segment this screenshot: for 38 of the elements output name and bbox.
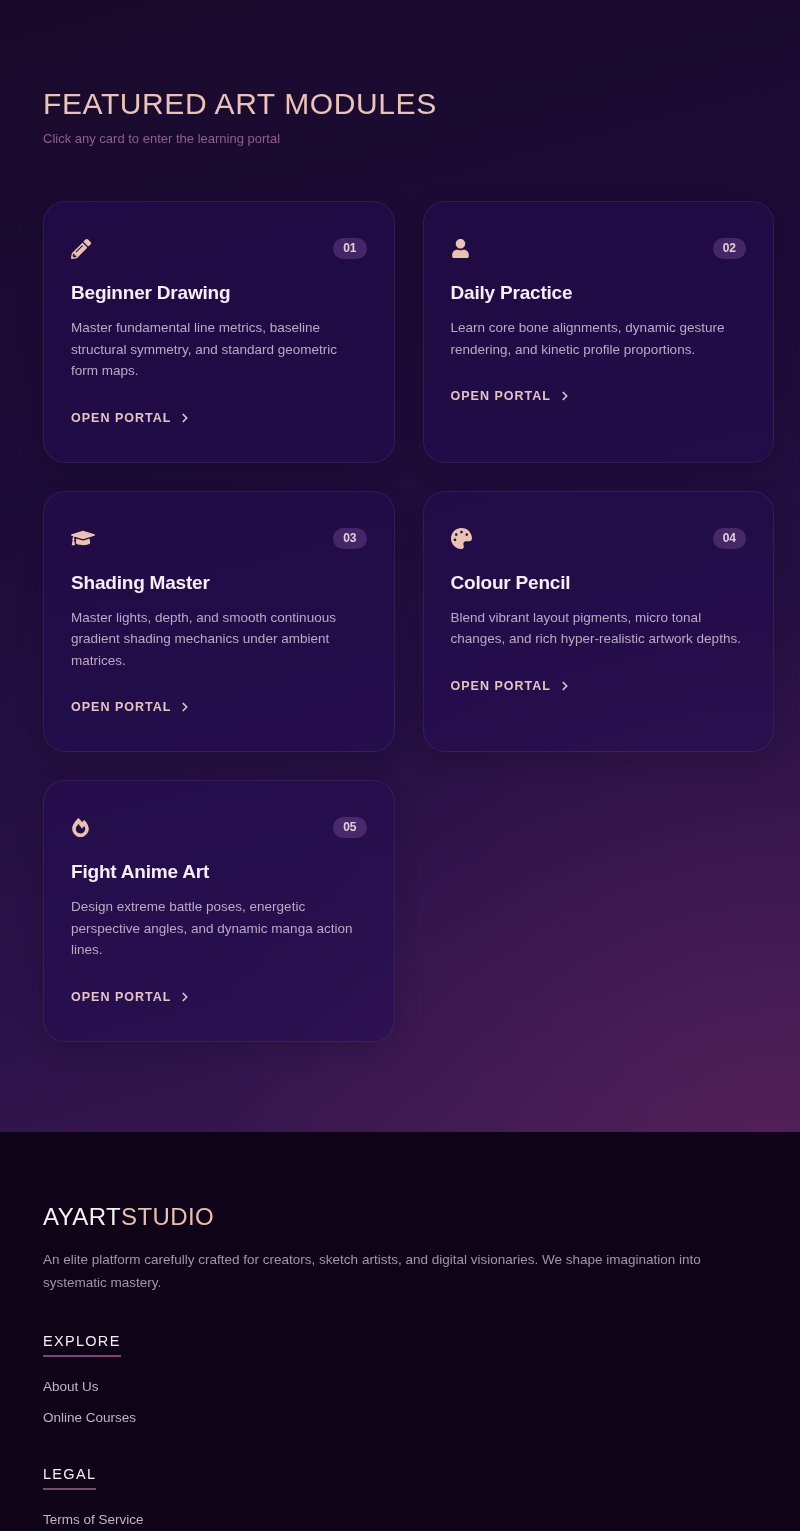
footer-heading: EXPLORE bbox=[43, 1331, 121, 1357]
module-card[interactable]: 01 Beginner Drawing Master fundamental line metrics, baseline structural symmetry, and standard geometric form maps. OPEN PORTAL bbox=[43, 201, 395, 463]
footer-description: An elite platform carefully crafted for creators, sketch artists, and digital visionaries. We shape imagination into systematic mastery. bbox=[43, 1250, 702, 1292]
section-subtitle: Click any card to enter the learning portal bbox=[43, 130, 281, 148]
footer-heading: LEGAL bbox=[43, 1464, 97, 1490]
open-portal-link[interactable]: OPEN PORTAL bbox=[450, 388, 572, 404]
card-title: Shading Master bbox=[71, 570, 210, 595]
card-title: Daily Practice bbox=[450, 281, 573, 305]
number-badge: 04 bbox=[712, 527, 746, 549]
number-badge: 03 bbox=[333, 527, 367, 549]
footer-link[interactable]: Online Courses bbox=[43, 1407, 137, 1428]
number-badge: 05 bbox=[333, 817, 367, 838]
footer-link[interactable]: Terms of Service bbox=[43, 1509, 144, 1530]
module-card[interactable]: 04 Colour Pencil Blend vibrant layout pigments, micro tonal changes, and rich hyper-realistic artwork depths. OPEN PORTAL bbox=[422, 490, 774, 752]
card-title: Fight Anime Art bbox=[71, 860, 210, 884]
palette-icon bbox=[450, 527, 472, 549]
open-portal-link[interactable]: OPEN PORTAL bbox=[71, 988, 193, 1005]
card-description: Blend vibrant layout pigments, micro tonal changes, and rich hyper-realistic artwork depths. bbox=[450, 608, 742, 648]
module-card[interactable]: 03 Shading Master Master lights, depth, and smooth continuous gradient shading mechanics under ambient matrices. OPEN PORTAL bbox=[43, 490, 395, 752]
module-card[interactable]: 02 Daily Practice Learn core bone alignments, dynamic gesture rendering, and kinetic profile proportions. OPEN PORTAL bbox=[422, 201, 774, 463]
number-badge: 01 bbox=[333, 238, 367, 259]
card-title: Colour Pencil bbox=[450, 570, 571, 595]
card-description: Design extreme battle poses, energetic perspective angles, and dynamic manga action lines. bbox=[71, 898, 354, 959]
footer-link[interactable]: About Us bbox=[43, 1376, 99, 1397]
pencil-icon bbox=[71, 238, 91, 259]
section-title: FEATURED ART MODULES bbox=[43, 86, 438, 122]
number-badge: 02 bbox=[712, 238, 746, 259]
module-card[interactable]: 05 Fight Anime Art Design extreme battle poses, energetic perspective angles, and dynamic manga action lines. OPEN PORTAL bbox=[43, 780, 395, 1042]
card-title: Beginner Drawing bbox=[71, 281, 231, 305]
open-portal-link[interactable]: OPEN PORTAL bbox=[450, 677, 572, 694]
brand-logo: AYARTSTUDIO bbox=[43, 1201, 216, 1232]
card-description: Master lights, depth, and smooth continuous gradient shading mechanics under ambient matrices. bbox=[71, 608, 337, 670]
open-portal-link[interactable]: OPEN PORTAL bbox=[71, 409, 193, 426]
open-portal-link[interactable]: OPEN PORTAL bbox=[71, 699, 193, 715]
card-description: Learn core bone alignments, dynamic gesture rendering, and kinetic profile proportions. bbox=[450, 319, 726, 359]
user-icon bbox=[450, 239, 470, 258]
card-description: Master fundamental line metrics, baseline structural symmetry, and standard geometric form maps. bbox=[71, 319, 339, 380]
flame-icon bbox=[71, 818, 90, 837]
